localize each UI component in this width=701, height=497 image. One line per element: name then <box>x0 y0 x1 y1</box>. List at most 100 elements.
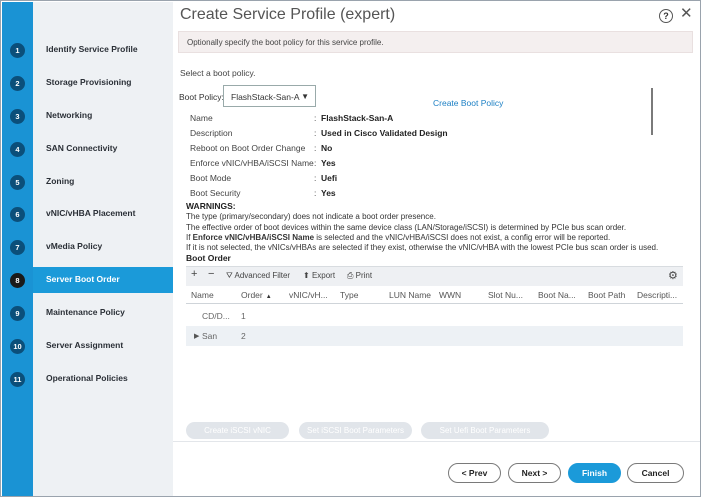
column-header-wwn[interactable]: WWN <box>439 290 461 300</box>
step-identify-service-profile[interactable]: 1 Identify Service Profile <box>2 37 173 63</box>
property-key: Enforce vNIC/vHBA/iSCSI Name <box>190 158 314 168</box>
property-row: Boot Mode : Uefi <box>190 173 610 185</box>
row-name: CD/D... <box>202 311 230 321</box>
step-label: Storage Provisioning <box>46 77 132 87</box>
step-number: 1 <box>10 43 25 58</box>
prev-button[interactable]: < Prev <box>448 463 501 483</box>
dialog-title: Create Service Profile (expert) <box>180 6 396 23</box>
step-label: Operational Policies <box>46 373 128 383</box>
gear-icon[interactable]: ⚙ <box>668 269 678 282</box>
warning-line: The type (primary/secondary) does not in… <box>186 212 436 221</box>
step-number: 2 <box>10 76 25 91</box>
column-header-label: Order <box>241 290 263 300</box>
step-storage-provisioning[interactable]: 2 Storage Provisioning <box>2 70 173 96</box>
help-icon[interactable]: ? <box>659 9 673 23</box>
row-name: San <box>202 331 218 341</box>
step-number: 9 <box>10 306 25 321</box>
expand-arrow-icon[interactable]: ▶ <box>194 332 199 340</box>
step-label: Maintenance Policy <box>46 307 125 317</box>
wizard-sidebar: 1 Identify Service Profile 2 Storage Pro… <box>2 2 173 496</box>
property-colon: : <box>314 143 317 153</box>
property-value: Uefi <box>321 173 338 183</box>
set-uefi-boot-parameters-button[interactable]: Set Uefi Boot Parameters <box>421 422 549 439</box>
property-value: Yes <box>321 158 336 168</box>
add-icon[interactable]: + <box>191 268 197 280</box>
property-colon: : <box>314 173 317 183</box>
property-colon: : <box>314 113 317 123</box>
column-header-name[interactable]: Name <box>191 290 214 300</box>
scrollbar[interactable] <box>651 88 653 135</box>
table-row[interactable]: CD/D... 1 <box>186 306 683 326</box>
property-row: Description : Used in Cisco Validated De… <box>190 128 610 140</box>
column-header-lun-name[interactable]: LUN Name <box>389 290 431 300</box>
dialog-window: 1 Identify Service Profile 2 Storage Pro… <box>0 0 701 497</box>
column-header-slot-number[interactable]: Slot Nu... <box>488 290 523 300</box>
column-header-boot-name[interactable]: Boot Na... <box>538 290 576 300</box>
print-icon: ⎙ <box>347 271 354 280</box>
column-header-boot-path[interactable]: Boot Path <box>588 290 625 300</box>
boot-policy-value: FlashStack-San-A <box>231 92 300 102</box>
property-colon: : <box>314 188 317 198</box>
cancel-button[interactable]: Cancel <box>627 463 684 483</box>
advanced-filter-button[interactable]: ⛛ Advanced Filter <box>226 271 290 281</box>
step-server-boot-order[interactable]: 8 Server Boot Order <box>10 267 173 293</box>
step-label: Identify Service Profile <box>46 44 138 54</box>
warning-line: If it is not selected, the vNICs/vHBAs a… <box>186 243 659 252</box>
column-header-order[interactable]: Order ▲ <box>241 290 272 300</box>
export-label: Export <box>311 271 336 280</box>
close-icon[interactable]: ✕ <box>680 6 693 22</box>
table-header: Name Order ▲ vNIC/vH... Type LUN Name WWN… <box>186 286 683 304</box>
boot-order-title: Boot Order <box>186 253 231 263</box>
step-number: 3 <box>10 109 25 124</box>
print-button[interactable]: ⎙ Print <box>347 271 372 281</box>
step-number: 4 <box>10 142 25 157</box>
table-toolbar: + − ⛛ Advanced Filter ⬆ Export ⎙ Print ⚙ <box>186 266 683 286</box>
property-row: Reboot on Boot Order Change : No <box>190 143 610 155</box>
step-server-assignment[interactable]: 10 Server Assignment <box>2 333 173 359</box>
next-button[interactable]: Next > <box>508 463 561 483</box>
step-label: Networking <box>46 110 93 120</box>
table-row[interactable]: ▶ San 2 <box>186 326 683 346</box>
divider <box>173 441 700 442</box>
column-header-vnic[interactable]: vNIC/vH... <box>289 290 328 300</box>
property-row: Boot Security : Yes <box>190 188 610 200</box>
step-vmedia-policy[interactable]: 7 vMedia Policy <box>2 234 173 260</box>
column-header-description[interactable]: Descripti... <box>637 290 677 300</box>
step-zoning[interactable]: 5 Zoning <box>2 169 173 195</box>
step-label: Zoning <box>46 176 75 186</box>
warning-line: If Enforce vNIC/vHBA/iSCSI Name is selec… <box>186 233 610 242</box>
advanced-filter-label: Advanced Filter <box>234 271 291 280</box>
step-maintenance-policy[interactable]: 9 Maintenance Policy <box>2 300 173 326</box>
filter-icon: ⛛ <box>226 271 233 280</box>
boot-policy-label: Boot Policy: <box>179 92 224 102</box>
step-vnic-vhba-placement[interactable]: 6 vNIC/vHBA Placement <box>2 201 173 227</box>
property-row: Name : FlashStack-San-A <box>190 113 610 125</box>
finish-button[interactable]: Finish <box>568 463 621 483</box>
step-networking[interactable]: 3 Networking <box>2 103 173 129</box>
remove-icon[interactable]: − <box>208 268 214 280</box>
property-colon: : <box>314 158 317 168</box>
step-label: Server Assignment <box>46 340 124 350</box>
info-banner: Optionally specify the boot policy for t… <box>178 31 693 53</box>
column-header-type[interactable]: Type <box>340 290 358 300</box>
step-number: 8 <box>10 273 25 288</box>
warning-line: The effective order of boot devices with… <box>186 223 627 232</box>
property-value: No <box>321 143 333 153</box>
export-button[interactable]: ⬆ Export <box>303 271 335 280</box>
step-number: 10 <box>10 339 25 354</box>
step-label: vMedia Policy <box>46 241 103 251</box>
print-label: Print <box>355 271 373 280</box>
boot-policy-select[interactable]: FlashStack-San-A ▼ <box>223 85 316 107</box>
step-number: 6 <box>10 207 25 222</box>
property-key: Boot Mode <box>190 173 232 183</box>
step-number: 11 <box>10 372 25 387</box>
info-text: Optionally specify the boot policy for t… <box>187 38 384 47</box>
create-iscsi-vnic-button[interactable]: Create iSCSI vNIC <box>186 422 289 439</box>
step-san-connectivity[interactable]: 4 SAN Connectivity <box>2 136 173 162</box>
step-operational-policies[interactable]: 11 Operational Policies <box>2 366 173 392</box>
row-order: 1 <box>241 311 246 321</box>
set-iscsi-boot-parameters-button[interactable]: Set iSCSI Boot Parameters <box>299 422 412 439</box>
create-boot-policy-link[interactable]: Create Boot Policy <box>433 98 503 108</box>
step-label: SAN Connectivity <box>46 143 118 153</box>
select-boot-policy-text: Select a boot policy. <box>180 68 256 78</box>
